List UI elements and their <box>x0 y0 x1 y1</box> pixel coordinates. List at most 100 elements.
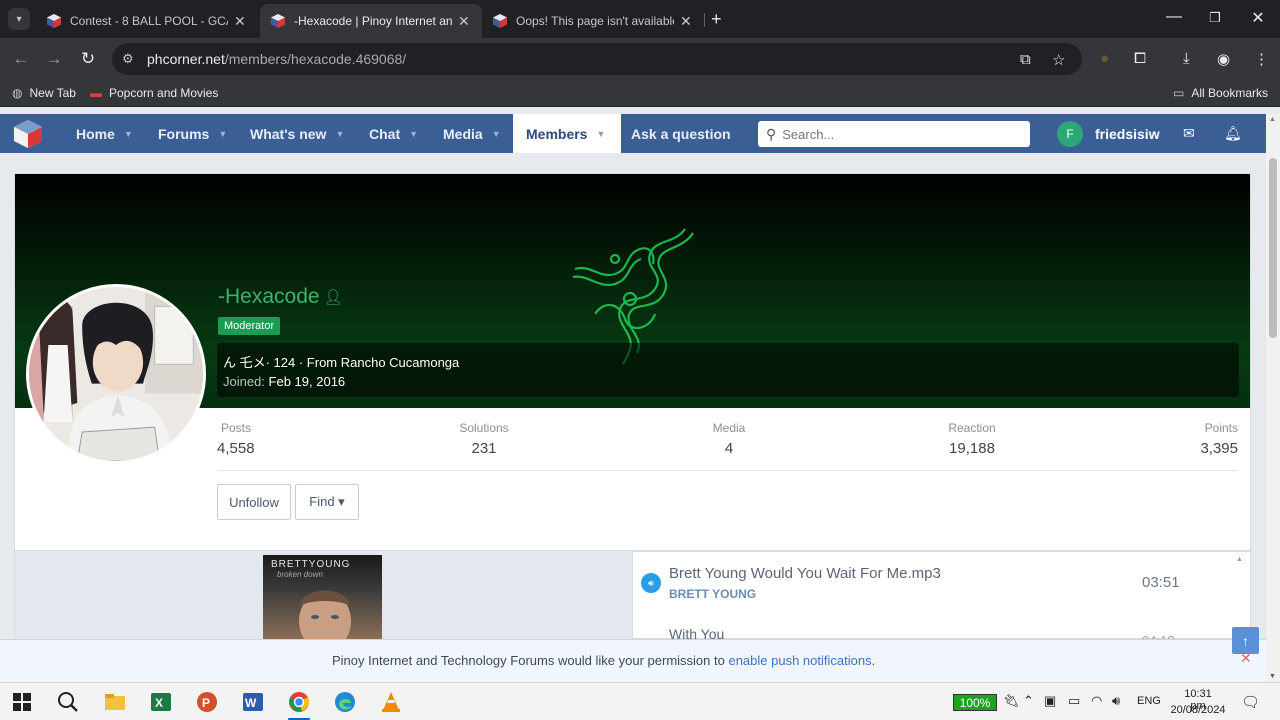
stat-media[interactable]: Media 4 <box>704 421 754 457</box>
stat-value: 3,395 <box>1200 440 1238 457</box>
phcorner-favicon-icon <box>493 14 507 28</box>
close-window-icon[interactable]: ✕ <box>1248 8 1268 28</box>
taskbar: X P W 100% 🔌︎ ⌃ ▣ ▭ ◠ 🔊︎ ENG 10:31 pm 20… <box>0 682 1280 720</box>
nav-forums[interactable]: Forums ▼ <box>158 114 227 153</box>
scrollbar-thumb[interactable] <box>1269 158 1277 338</box>
wifi-icon[interactable]: ◠ <box>1091 693 1102 709</box>
stat-reaction[interactable]: Reaction 19,188 <box>940 421 1004 457</box>
site-info-icon[interactable]: ⚙ <box>122 51 134 67</box>
powerpoint-icon[interactable]: P <box>195 690 219 714</box>
phcorner-favicon-icon <box>47 14 61 28</box>
page-scrollbar[interactable]: ▲ ▼ <box>1266 114 1280 682</box>
excel-icon[interactable]: X <box>149 690 173 714</box>
stat-posts[interactable]: Posts 4,558 <box>217 421 255 457</box>
bookmark-label: Popcorn and Movies <box>109 86 219 100</box>
svg-text:X: X <box>155 696 163 710</box>
url-text[interactable]: phcorner.net/members/hexacode.469068/ <box>147 51 406 67</box>
notification-center-icon[interactable]: 🗨︎ <box>1241 693 1260 711</box>
file-explorer-icon[interactable] <box>103 690 127 714</box>
extension-icon[interactable]: ● <box>1100 50 1109 67</box>
bookmark-star-icon[interactable]: ☆ <box>1052 51 1065 69</box>
nav-whats-new[interactable]: What's new ▼ <box>250 114 344 153</box>
close-tab-icon[interactable]: ✕ <box>680 13 692 30</box>
album-cover: BRETTYOUNG broken down <box>263 555 382 639</box>
chrome-icon[interactable] <box>287 690 311 714</box>
joined-label: Joined: <box>223 374 265 389</box>
chevron-down-icon[interactable]: ▼ <box>124 129 133 139</box>
scroll-down-icon[interactable]: ▼ <box>1269 673 1276 680</box>
download-icon[interactable]: ⤓ <box>1183 50 1190 67</box>
globe-icon: ◍ <box>12 86 23 100</box>
install-app-icon[interactable]: ⧉ <box>1020 51 1031 68</box>
track-title[interactable]: Brett Young Would You Wait For Me.mp3 <box>669 565 941 582</box>
tab-search-button[interactable]: ▾ <box>8 8 30 30</box>
vlc-icon[interactable] <box>379 690 403 714</box>
reload-icon[interactable]: ↻ <box>77 49 99 69</box>
nav-home[interactable]: Home ▼ <box>76 114 133 153</box>
search-input[interactable] <box>782 126 1013 142</box>
plug-icon[interactable]: 🔌︎ <box>1003 693 1020 709</box>
minimize-icon[interactable]: — <box>1164 8 1184 26</box>
bookmark-new-tab[interactable]: ◍ New Tab <box>12 86 76 100</box>
profile-avatar[interactable] <box>26 284 206 464</box>
close-icon[interactable]: ✕ <box>1240 650 1252 667</box>
nav-label: Forums <box>158 125 210 142</box>
find-button[interactable]: Find ▾ <box>295 484 359 520</box>
close-tab-icon[interactable]: ✕ <box>234 13 246 30</box>
battery-indicator[interactable]: 100% <box>953 694 997 711</box>
notice-end: . <box>871 653 876 668</box>
back-icon[interactable]: ← <box>10 49 32 69</box>
word-icon[interactable]: W <box>241 690 265 714</box>
bookmark-popcorn[interactable]: ▬ Popcorn and Movies <box>90 86 218 100</box>
search-box[interactable]: ⚲ <box>758 121 1030 147</box>
edge-icon[interactable] <box>333 690 357 714</box>
tab-contest[interactable]: Contest - 8 BALL POOL - GCASH ✕ <box>36 4 258 38</box>
nav-label: Chat <box>369 125 401 142</box>
nav-ask-question[interactable]: Ask a question <box>631 114 731 153</box>
all-bookmarks-button[interactable]: ▭ All Bookmarks <box>1173 86 1268 100</box>
nav-chat[interactable]: Chat ▼ <box>369 114 418 153</box>
scroll-up-icon[interactable]: ▲ <box>1269 116 1276 123</box>
windows-start-icon[interactable] <box>10 690 34 714</box>
stat-points[interactable]: Points 3,395 <box>1188 421 1238 457</box>
search-icon[interactable] <box>56 690 80 714</box>
extensions-puzzle-icon[interactable]: ⧠ <box>1134 50 1146 67</box>
tab-oops[interactable]: Oops! This page isn't available. ✕ <box>482 4 704 38</box>
bookmark-label: New Tab <box>29 86 76 100</box>
close-tab-icon[interactable]: ✕ <box>458 13 470 30</box>
chrome-menu-icon[interactable]: ⋮ <box>1254 50 1269 68</box>
bookmark-label: All Bookmarks <box>1191 86 1269 100</box>
bell-icon[interactable]: 🔔︎ <box>1224 125 1242 142</box>
speaker-icon[interactable]: 🔊︎ <box>641 573 661 593</box>
chevron-down-icon[interactable]: ▼ <box>335 129 344 139</box>
forward-icon[interactable]: → <box>43 49 65 69</box>
language-indicator[interactable]: ENG <box>1137 695 1161 707</box>
stat-solutions[interactable]: Solutions 231 <box>452 421 516 457</box>
moderator-badge: Moderator <box>218 317 281 335</box>
tab-hexacode[interactable]: -Hexacode | Pinoy Internet and ✕ <box>260 4 482 38</box>
battery-icon[interactable]: ▭ <box>1068 693 1080 709</box>
display-name[interactable]: -Hexacode 👤︎ <box>218 285 343 309</box>
chevron-up-icon[interactable]: ⌃ <box>1023 693 1034 709</box>
profile-avatar-icon[interactable]: ◉ <box>1217 50 1230 68</box>
chevron-down-icon[interactable]: ▼ <box>409 129 418 139</box>
nav-members[interactable]: Members ▼ <box>513 114 621 153</box>
enable-push-link[interactable]: enable push notifications <box>728 653 871 668</box>
inbox-icon[interactable]: ✉ <box>1183 125 1195 142</box>
new-tab-icon[interactable]: + <box>711 9 722 30</box>
svg-text:W: W <box>245 696 257 710</box>
restore-icon[interactable]: ❐ <box>1205 10 1225 26</box>
site-logo-icon[interactable] <box>12 118 44 150</box>
chevron-down-icon[interactable]: ▼ <box>218 129 227 139</box>
address-bar[interactable]: ⚙ phcorner.net/members/hexacode.469068/ … <box>112 43 1082 75</box>
unfollow-button[interactable]: Unfollow <box>217 484 291 520</box>
chevron-down-icon[interactable]: ▼ <box>492 129 501 139</box>
chevron-down-icon[interactable]: ▼ <box>596 129 605 139</box>
clock-date[interactable]: 20/08/2024 <box>1170 704 1226 716</box>
volume-icon[interactable]: 🔊︎ <box>1112 693 1120 709</box>
screen-icon[interactable]: ▣ <box>1044 693 1056 709</box>
playlist-scroll-up-icon[interactable]: ▲ <box>1236 556 1243 563</box>
username-link[interactable]: friedsisiw <box>1095 126 1160 142</box>
user-avatar[interactable]: F <box>1057 121 1083 147</box>
nav-media[interactable]: Media ▼ <box>443 114 501 153</box>
